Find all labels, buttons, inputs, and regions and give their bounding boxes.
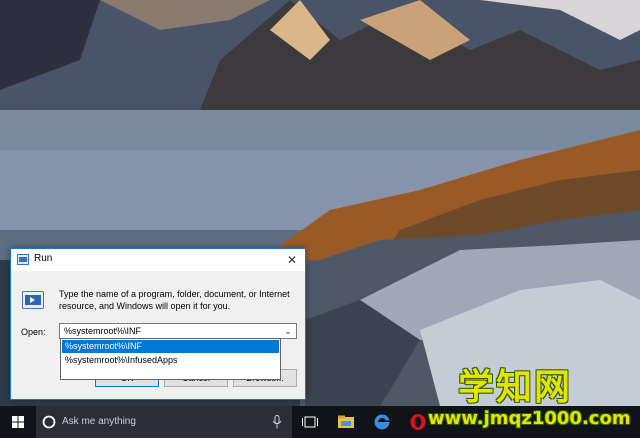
cortana-search-box[interactable]: Ask me anything	[36, 406, 292, 438]
watermark-title: 学知网	[458, 367, 573, 408]
autocomplete-list: %systemroot%\INF %systemroot%\InfusedApp…	[60, 338, 281, 380]
task-view-icon[interactable]	[301, 413, 319, 431]
run-app-icon	[22, 291, 44, 309]
close-icon: ✕	[286, 253, 298, 267]
cortana-icon	[42, 415, 56, 429]
chevron-down-icon[interactable]: ⌄	[282, 325, 294, 337]
opera-icon[interactable]	[409, 413, 427, 431]
edge-icon[interactable]	[373, 413, 391, 431]
windows-start-icon[interactable]	[0, 406, 36, 438]
dialog-title: Run	[34, 253, 53, 264]
file-explorer-icon[interactable]	[337, 413, 355, 431]
open-combobox[interactable]: %systemroot%\INF ⌄	[59, 323, 297, 339]
open-input[interactable]: %systemroot%\INF	[64, 326, 141, 336]
microphone-icon[interactable]	[272, 415, 282, 429]
autocomplete-item[interactable]: %systemroot%\INF	[62, 340, 279, 353]
site-watermark: 学知网 www.jmqz1000.com	[428, 358, 638, 436]
search-placeholder: Ask me anything	[62, 416, 136, 427]
run-icon-small	[17, 254, 29, 265]
dialog-description: Type the name of a program, folder, docu…	[59, 289, 290, 311]
watermark-url: www.jmqz1000.com	[428, 408, 631, 429]
dialog-titlebar[interactable]: Run ✕	[11, 249, 305, 271]
close-button[interactable]: ✕	[281, 250, 303, 270]
autocomplete-item[interactable]: %systemroot%\InfusedApps	[62, 354, 279, 367]
open-label: Open:	[21, 327, 46, 337]
